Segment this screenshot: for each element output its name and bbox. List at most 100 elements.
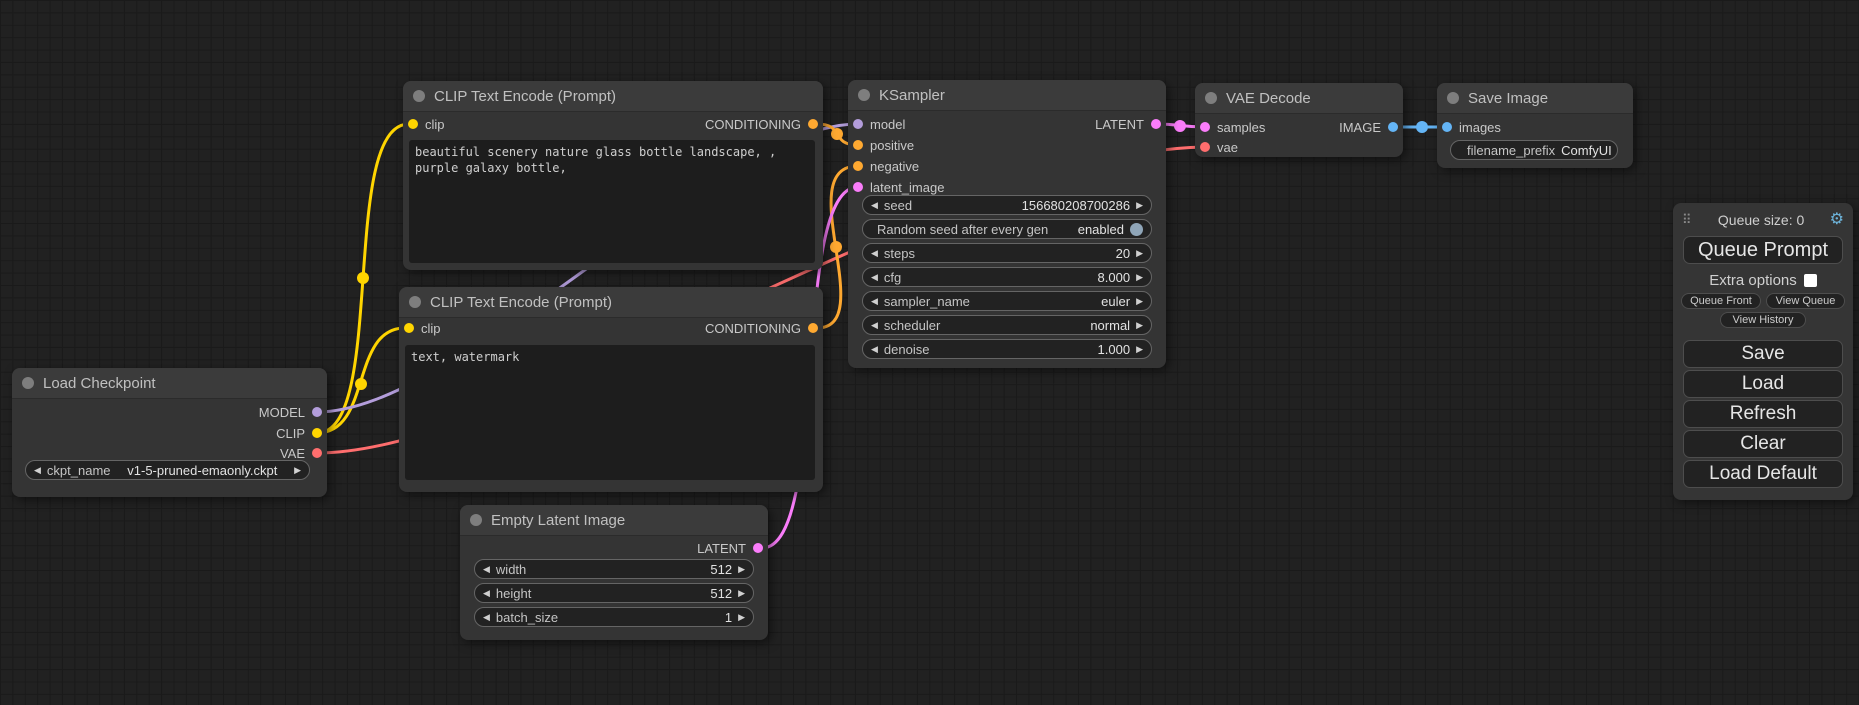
collapse-dot-icon[interactable] (470, 514, 482, 526)
samples-input-dot[interactable] (1200, 122, 1210, 132)
latent-output-dot[interactable] (753, 543, 763, 553)
decrement-arrow-icon[interactable]: ◀ (483, 559, 490, 579)
input-clip[interactable]: clip (404, 318, 441, 338)
gear-icon[interactable]: ⚙ (1830, 212, 1844, 228)
collapse-dot-icon[interactable] (1447, 92, 1459, 104)
node-title-bar[interactable]: CLIP Text Encode (Prompt) (399, 287, 823, 318)
clear-button[interactable]: Clear (1683, 430, 1843, 458)
save-button[interactable]: Save (1683, 340, 1843, 368)
input-images[interactable]: images (1442, 117, 1501, 137)
denoise-widget[interactable]: ◀ denoise 1.000 ▶ (862, 339, 1152, 359)
output-model[interactable]: MODEL (259, 402, 322, 422)
toggle-icon[interactable] (1130, 223, 1143, 236)
scheduler-widget[interactable]: ◀ scheduler normal ▶ (862, 315, 1152, 335)
input-negative[interactable]: negative (853, 156, 919, 176)
output-conditioning[interactable]: CONDITIONING (705, 114, 818, 134)
increment-arrow-icon[interactable]: ▶ (1136, 267, 1143, 287)
negative-prompt-textarea[interactable]: text, watermark (405, 345, 815, 480)
batch-size-widget[interactable]: ◀ batch_size 1 ▶ (474, 607, 754, 627)
model-input-dot[interactable] (853, 119, 863, 129)
vae-input-dot[interactable] (1200, 142, 1210, 152)
drag-handle-icon[interactable]: ⠿ (1682, 212, 1693, 228)
increment-arrow-icon[interactable]: ▶ (738, 559, 745, 579)
output-clip[interactable]: CLIP (276, 423, 322, 443)
node-empty-latent-image[interactable]: Empty Latent Image LATENT ◀ width 512 ▶ … (460, 505, 768, 640)
vae-output-dot[interactable] (312, 448, 322, 458)
input-samples[interactable]: samples (1200, 117, 1265, 137)
node-title-bar[interactable]: CLIP Text Encode (Prompt) (403, 81, 823, 112)
node-load-checkpoint[interactable]: Load Checkpoint MODEL CLIP VAE ◀ ckpt_na… (12, 368, 327, 497)
input-vae[interactable]: vae (1200, 137, 1238, 157)
extra-options-checkbox[interactable] (1804, 274, 1817, 287)
node-vae-decode[interactable]: VAE Decode samples vae IMAGE (1195, 83, 1403, 157)
output-latent[interactable]: LATENT (1095, 114, 1161, 134)
steps-widget[interactable]: ◀ steps 20 ▶ (862, 243, 1152, 263)
node-ksampler[interactable]: KSampler model positive negative latent_… (848, 80, 1166, 368)
decrement-arrow-icon[interactable]: ◀ (871, 195, 878, 215)
decrement-arrow-icon[interactable]: ◀ (483, 607, 490, 627)
node-clip-text-encode-negative[interactable]: CLIP Text Encode (Prompt) clip CONDITION… (399, 287, 823, 492)
negative-input-dot[interactable] (853, 161, 863, 171)
positive-prompt-textarea[interactable]: beautiful scenery nature glass bottle la… (409, 140, 815, 263)
decrement-arrow-icon[interactable]: ◀ (483, 583, 490, 603)
random-seed-widget[interactable]: Random seed after every gen enabled (862, 219, 1152, 239)
collapse-dot-icon[interactable] (858, 89, 870, 101)
latent-image-input-dot[interactable] (853, 182, 863, 192)
increment-arrow-icon[interactable]: ▶ (1136, 291, 1143, 311)
increment-arrow-icon[interactable]: ▶ (1136, 315, 1143, 335)
decrement-arrow-icon[interactable]: ◀ (871, 291, 878, 311)
refresh-button[interactable]: Refresh (1683, 400, 1843, 428)
output-latent[interactable]: LATENT (697, 538, 763, 558)
collapse-dot-icon[interactable] (1205, 92, 1217, 104)
sampler-name-widget[interactable]: ◀ sampler_name euler ▶ (862, 291, 1152, 311)
filename-prefix-widget[interactable]: filename_prefix ComfyUI (1450, 140, 1618, 160)
decrement-arrow-icon[interactable]: ◀ (871, 243, 878, 263)
clip-input-dot[interactable] (404, 323, 414, 333)
conditioning-output-dot[interactable] (808, 119, 818, 129)
view-history-button[interactable]: View History (1720, 312, 1806, 328)
increment-arrow-icon[interactable]: ▶ (1136, 195, 1143, 215)
seed-widget[interactable]: ◀ seed 156680208700286 ▶ (862, 195, 1152, 215)
input-positive[interactable]: positive (853, 135, 914, 155)
node-title-bar[interactable]: VAE Decode (1195, 83, 1403, 114)
node-graph-canvas[interactable]: Load Checkpoint MODEL CLIP VAE ◀ ckpt_na… (0, 0, 1859, 705)
input-model[interactable]: model (853, 114, 905, 134)
load-default-button[interactable]: Load Default (1683, 460, 1843, 488)
increment-arrow-icon[interactable]: ▶ (738, 583, 745, 603)
decrement-arrow-icon[interactable]: ◀ (871, 267, 878, 287)
node-title-bar[interactable]: Load Checkpoint (12, 368, 327, 399)
queue-prompt-button[interactable]: Queue Prompt (1683, 236, 1843, 264)
increment-arrow-icon[interactable]: ▶ (738, 607, 745, 627)
collapse-dot-icon[interactable] (22, 377, 34, 389)
decrement-arrow-icon[interactable]: ◀ (871, 315, 878, 335)
input-clip[interactable]: clip (408, 114, 445, 134)
clip-output-dot[interactable] (312, 428, 322, 438)
cfg-widget[interactable]: ◀ cfg 8.000 ▶ (862, 267, 1152, 287)
positive-input-dot[interactable] (853, 140, 863, 150)
increment-arrow-icon[interactable]: ▶ (1136, 243, 1143, 263)
collapse-dot-icon[interactable] (413, 90, 425, 102)
latent-output-dot[interactable] (1151, 119, 1161, 129)
model-output-dot[interactable] (312, 407, 322, 417)
ckpt-name-widget[interactable]: ◀ ckpt_name v1-5-pruned-emaonly.ckpt ▶ (25, 460, 310, 480)
increment-arrow-icon[interactable]: ▶ (1136, 339, 1143, 359)
collapse-dot-icon[interactable] (409, 296, 421, 308)
view-queue-button[interactable]: View Queue (1766, 293, 1845, 309)
node-clip-text-encode-positive[interactable]: CLIP Text Encode (Prompt) clip CONDITION… (403, 81, 823, 270)
load-button[interactable]: Load (1683, 370, 1843, 398)
output-image[interactable]: IMAGE (1339, 117, 1398, 137)
width-widget[interactable]: ◀ width 512 ▶ (474, 559, 754, 579)
images-input-dot[interactable] (1442, 122, 1452, 132)
increment-arrow-icon[interactable]: ▶ (294, 460, 301, 480)
conditioning-output-dot[interactable] (808, 323, 818, 333)
output-conditioning[interactable]: CONDITIONING (705, 318, 818, 338)
node-title-bar[interactable]: Empty Latent Image (460, 505, 768, 536)
image-output-dot[interactable] (1388, 122, 1398, 132)
clip-input-dot[interactable] (408, 119, 418, 129)
decrement-arrow-icon[interactable]: ◀ (34, 460, 41, 480)
node-title-bar[interactable]: Save Image (1437, 83, 1633, 114)
height-widget[interactable]: ◀ height 512 ▶ (474, 583, 754, 603)
queue-front-button[interactable]: Queue Front (1681, 293, 1761, 309)
node-save-image[interactable]: Save Image images filename_prefix ComfyU… (1437, 83, 1633, 168)
node-title-bar[interactable]: KSampler (848, 80, 1166, 111)
